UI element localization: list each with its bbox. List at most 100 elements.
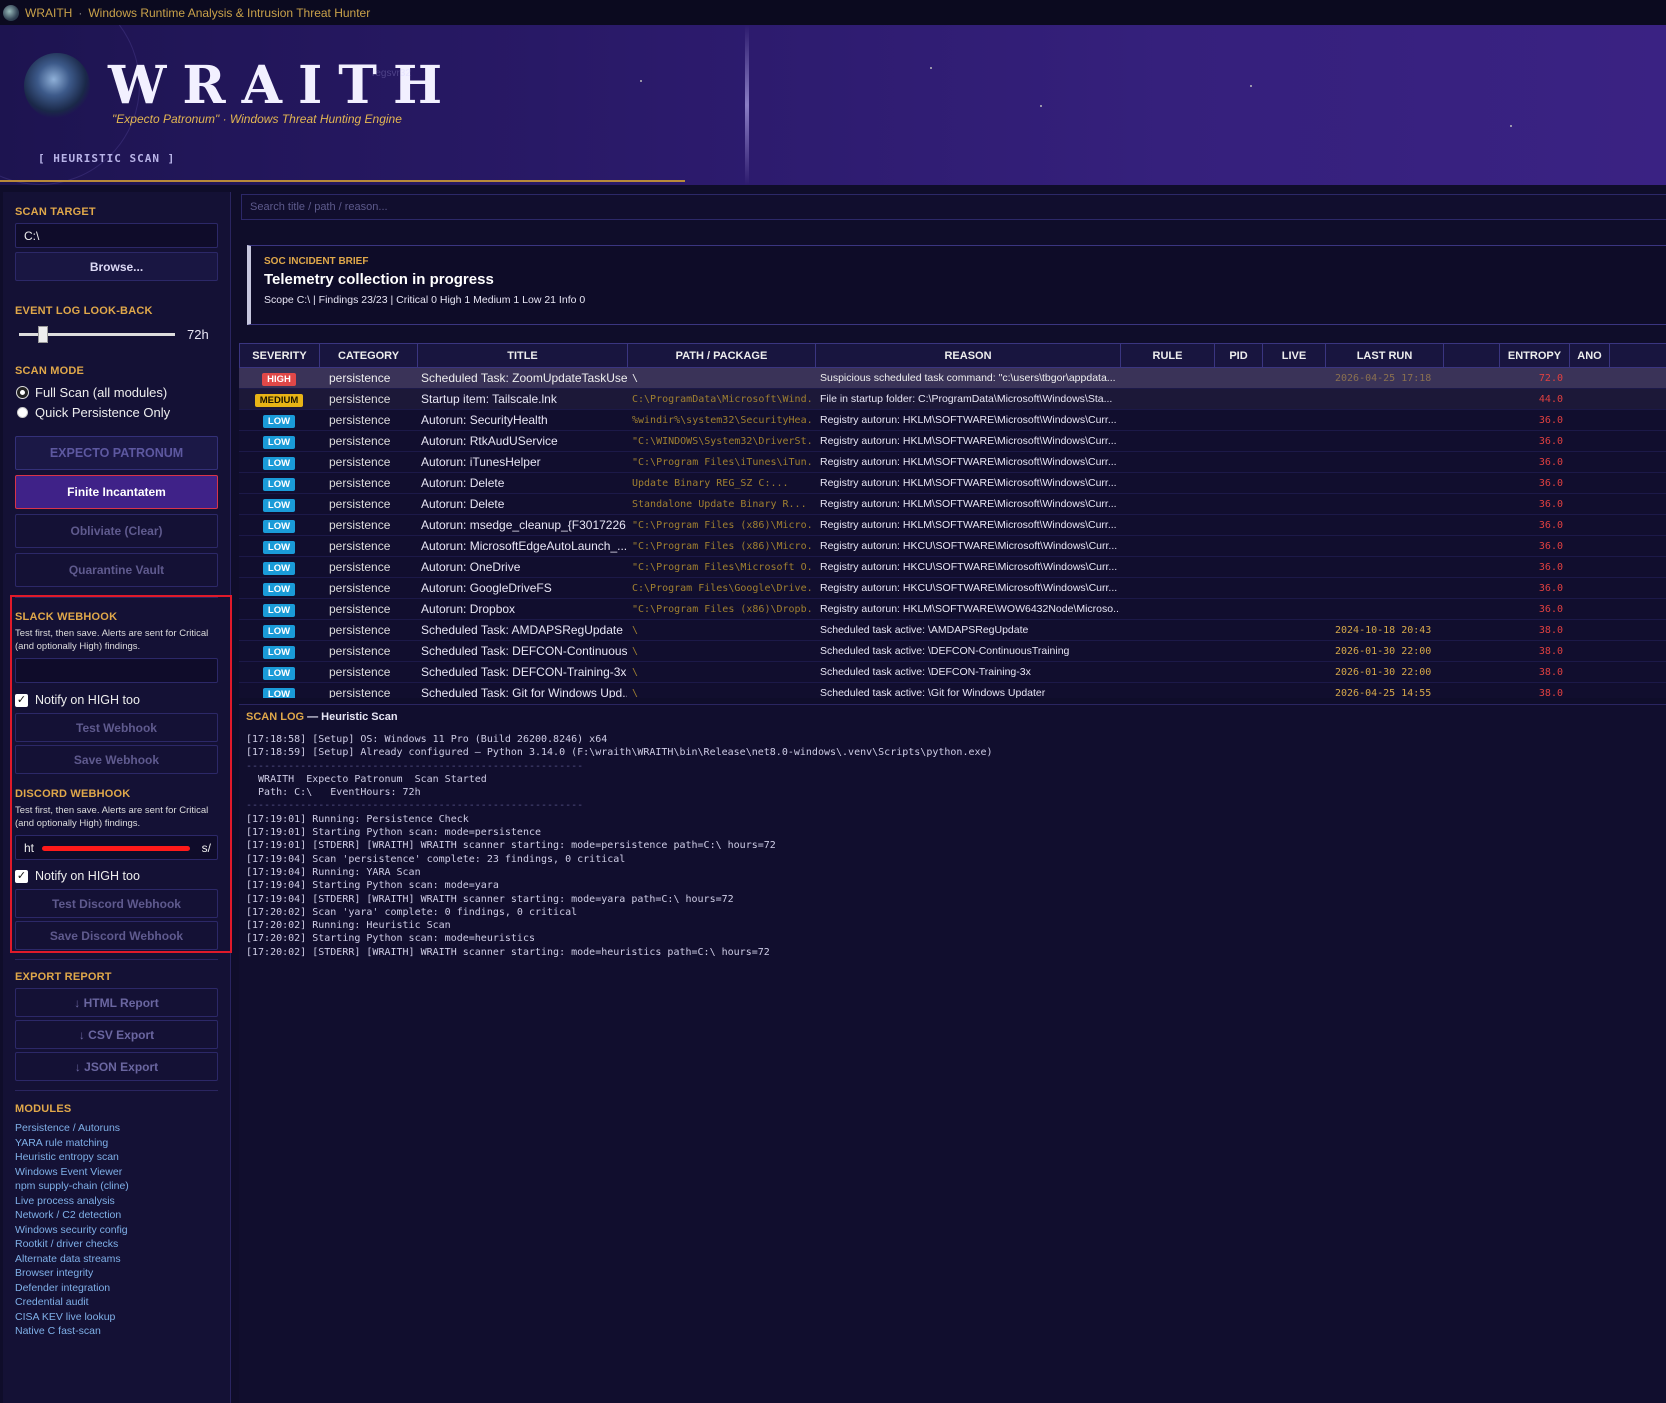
table-row[interactable]: LOW persistence Autorun: Delete Update Bina… [239,473,1666,494]
column-header[interactable]: TITLE [418,344,628,367]
ghost-text: regsvr32 [372,68,411,79]
column-header[interactable]: ENTROPY [1500,344,1570,367]
table-row[interactable]: LOW persistence Scheduled Task: DEFCON-Tra… [239,662,1666,683]
column-header[interactable]: CATEGORY [320,344,418,367]
path-cell: \ [632,624,639,636]
star-dot [1040,105,1042,107]
obliviate-clear-button[interactable]: Obliviate (Clear) [15,514,218,548]
severity-cell: LOW [239,497,319,512]
severity-cell: LOW [239,560,319,575]
export-json-button[interactable]: ↓ JSON Export [15,1052,218,1081]
export-csv-button[interactable]: ↓ CSV Export [15,1020,218,1049]
path-cell: \ [632,687,639,699]
column-header[interactable]: SEVERITY [240,344,320,367]
radio-full-scan[interactable]: Full Scan (all modules) [15,382,218,402]
severity-badge: LOW [262,498,296,512]
module-item: Native C fast-scan [15,1325,101,1337]
table-row[interactable]: HIGH persistence Scheduled Task: ZoomUpdat… [239,368,1666,389]
severity-badge: LOW [262,435,296,449]
ent-cell: 36.0 [1538,603,1563,615]
reason-cell: Registry autorun: HKLM\SOFTWARE\Microsof… [820,477,1117,489]
cat-cell: persistence [329,686,391,698]
reason-cell: Scheduled task active: \Git for Windows … [820,687,1046,698]
column-header[interactable]: ANO [1570,344,1610,367]
path-cell: \ [632,372,639,384]
title-cell: Scheduled Task: Git for Windows Upd... [421,686,627,698]
module-item: YARA rule matching [15,1136,109,1149]
path-cell: "C:\WINDOWS\System32\DriverSt... [632,435,815,447]
title-cell: Scheduled Task: ZoomUpdateTaskUse... [421,371,627,385]
search-input[interactable]: Search title / path / reason... [241,194,1666,220]
radio-empty-icon [17,406,28,418]
module-item: Windows security config [15,1223,128,1236]
path-cell: "C:\Program Files (x86)\Micro... [632,540,815,552]
finite-incantatem-button[interactable]: Finite Incantatem [15,475,218,509]
browse-button[interactable]: Browse... [15,252,218,281]
decorative-beam [745,25,749,185]
slider-thumb[interactable] [37,326,48,343]
severity-cell: LOW [239,623,319,638]
cat-cell: persistence [329,602,391,616]
app-title: WRAITH [108,55,459,116]
run-cell: 2024-10-18 20:43 [1335,624,1432,636]
table-row[interactable]: LOW persistence Autorun: iTunesHelper "C:\P… [239,452,1666,473]
log-line: [17:18:59] [Setup] Already configured — … [246,747,993,759]
scan-log-title: SCAN LOG — Heuristic Scan [246,711,398,723]
lookback-slider-row: 72h [15,323,218,345]
module-item: Network / C2 detection [15,1209,122,1221]
table-row[interactable]: MEDIUM persistence Startup item: Tailscale… [239,389,1666,410]
brief-label: SOC INCIDENT BRIEF [264,256,369,267]
table-row[interactable]: LOW persistence Scheduled Task: DEFCON-Con… [239,641,1666,662]
ent-cell: 38.0 [1538,645,1563,657]
table-row[interactable]: LOW persistence Autorun: SecurityHealth %wi… [239,410,1666,431]
cat-cell: persistence [329,623,391,637]
table-row[interactable]: LOW persistence Autorun: RtkAudUService "C:… [239,431,1666,452]
star-dot [640,80,642,82]
ent-cell: 36.0 [1538,561,1563,573]
table-row[interactable]: LOW persistence Autorun: Dropbox "C:\Progra… [239,599,1666,620]
radio-quick-scan[interactable]: Quick Persistence Only [15,402,218,422]
column-header[interactable] [1444,344,1500,367]
expecto-patronum-button[interactable]: EXPECTO PATRONUM [15,436,218,470]
reason-cell: Registry autorun: HKLM\SOFTWARE\Microsof… [820,498,1117,510]
module-item: Browser integrity [15,1267,94,1279]
title-cell: Autorun: MicrosoftEdgeAutoLaunch_... [421,539,627,553]
scan-target-input[interactable]: C:\ [15,223,218,248]
table-row[interactable]: LOW persistence Autorun: GoogleDriveFS C:\P… [239,578,1666,599]
module-item: npm supply-chain (cline) [15,1180,129,1192]
title-cell: Autorun: iTunesHelper [421,455,541,469]
table-row[interactable]: LOW persistence Autorun: OneDrive "C:\Progr… [239,557,1666,578]
table-row[interactable]: LOW persistence Autorun: Delete Standalone … [239,494,1666,515]
title-cell: Autorun: OneDrive [421,560,521,574]
ent-cell: 72.0 [1538,372,1563,384]
path-cell: \ [632,666,639,678]
ent-cell: 36.0 [1538,582,1563,594]
column-header[interactable]: PID [1215,344,1263,367]
severity-cell: LOW [239,476,319,491]
reason-cell: Registry autorun: HKCU\SOFTWARE\Microsof… [820,561,1118,573]
column-header[interactable]: PATH / PACKAGE [628,344,816,367]
column-header[interactable]: LIVE [1263,344,1326,367]
table-row[interactable]: LOW persistence Autorun: MicrosoftEdgeAuto… [239,536,1666,557]
column-header[interactable]: RULE [1121,344,1215,367]
reason-cell: Suspicious scheduled task command: "c:\u… [820,372,1116,384]
table-row[interactable]: LOW persistence Scheduled Task: Git for Wi… [239,683,1666,698]
path-cell: "C:\Program Files\Microsoft O... [632,561,815,573]
severity-cell: LOW [239,539,319,554]
column-header[interactable]: LAST RUN [1326,344,1444,367]
modules-label: MODULES [15,1103,72,1115]
ent-cell: 36.0 [1538,456,1563,468]
table-header: SEVERITY CATEGORY TITLE PATH / PACKAGE REASO… [239,343,1666,368]
title-cell: Autorun: GoogleDriveFS [421,581,552,595]
module-item: Persistence / Autoruns [15,1122,121,1134]
severity-badge: HIGH [262,372,296,386]
table-row[interactable]: LOW persistence Autorun: msedge_cleanup_{F… [239,515,1666,536]
export-html-button[interactable]: ↓ HTML Report [15,988,218,1017]
quarantine-vault-button[interactable]: Quarantine Vault [15,553,218,587]
modules-list: Persistence / Autoruns YARA rule matching… [15,1121,218,1339]
lookback-slider[interactable] [15,323,175,345]
log-line: [17:18:58] [Setup] OS: Windows 11 Pro (B… [246,734,608,745]
column-header[interactable]: REASON [816,344,1121,367]
table-row[interactable]: LOW persistence Scheduled Task: AMDAPSRegU… [239,620,1666,641]
cat-cell: persistence [329,539,391,553]
